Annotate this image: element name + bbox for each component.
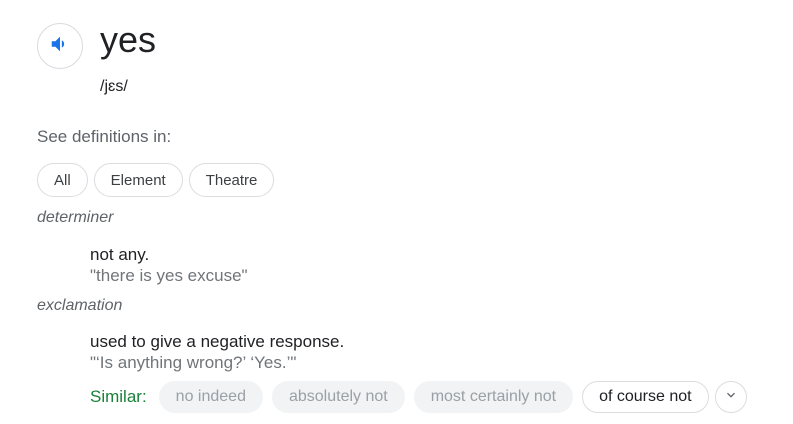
chevron-down-icon — [723, 387, 739, 408]
similar-label: Similar: — [90, 387, 147, 406]
see-definitions-label: See definitions in: — [37, 127, 172, 146]
synonym-chip-no-indeed[interactable]: no indeed — [158, 381, 263, 413]
speaker-icon — [49, 33, 71, 60]
example-sentence: "there is yes excuse" — [90, 266, 248, 285]
headword: yes — [100, 19, 157, 60]
similar-words-row: Similar: no indeed absolutely not most c… — [90, 381, 747, 413]
part-of-speech-exclamation: exclamation — [37, 297, 123, 314]
example-sentence: "‘Is anything wrong?’ ‘Yes.’" — [90, 353, 297, 372]
definition-text: not any. — [90, 245, 150, 264]
chip-all[interactable]: All — [37, 163, 88, 197]
chip-theatre[interactable]: Theatre — [188, 163, 275, 197]
part-of-speech-determiner: determiner — [37, 209, 114, 226]
definition-filter-chips: All Element Theatre — [37, 163, 275, 197]
chip-element[interactable]: Element — [93, 163, 183, 197]
synonym-chip-absolutely-not[interactable]: absolutely not — [271, 381, 405, 413]
synonym-chip-of-course-not[interactable]: of course not — [582, 381, 709, 413]
pronunciation-audio-button[interactable] — [37, 23, 83, 69]
definition-text: used to give a negative response. — [90, 332, 345, 351]
expand-similar-button[interactable] — [714, 381, 747, 413]
synonym-chip-most-certainly-not[interactable]: most certainly not — [413, 381, 574, 413]
phonetic-spelling: /jɛs/ — [100, 78, 128, 95]
